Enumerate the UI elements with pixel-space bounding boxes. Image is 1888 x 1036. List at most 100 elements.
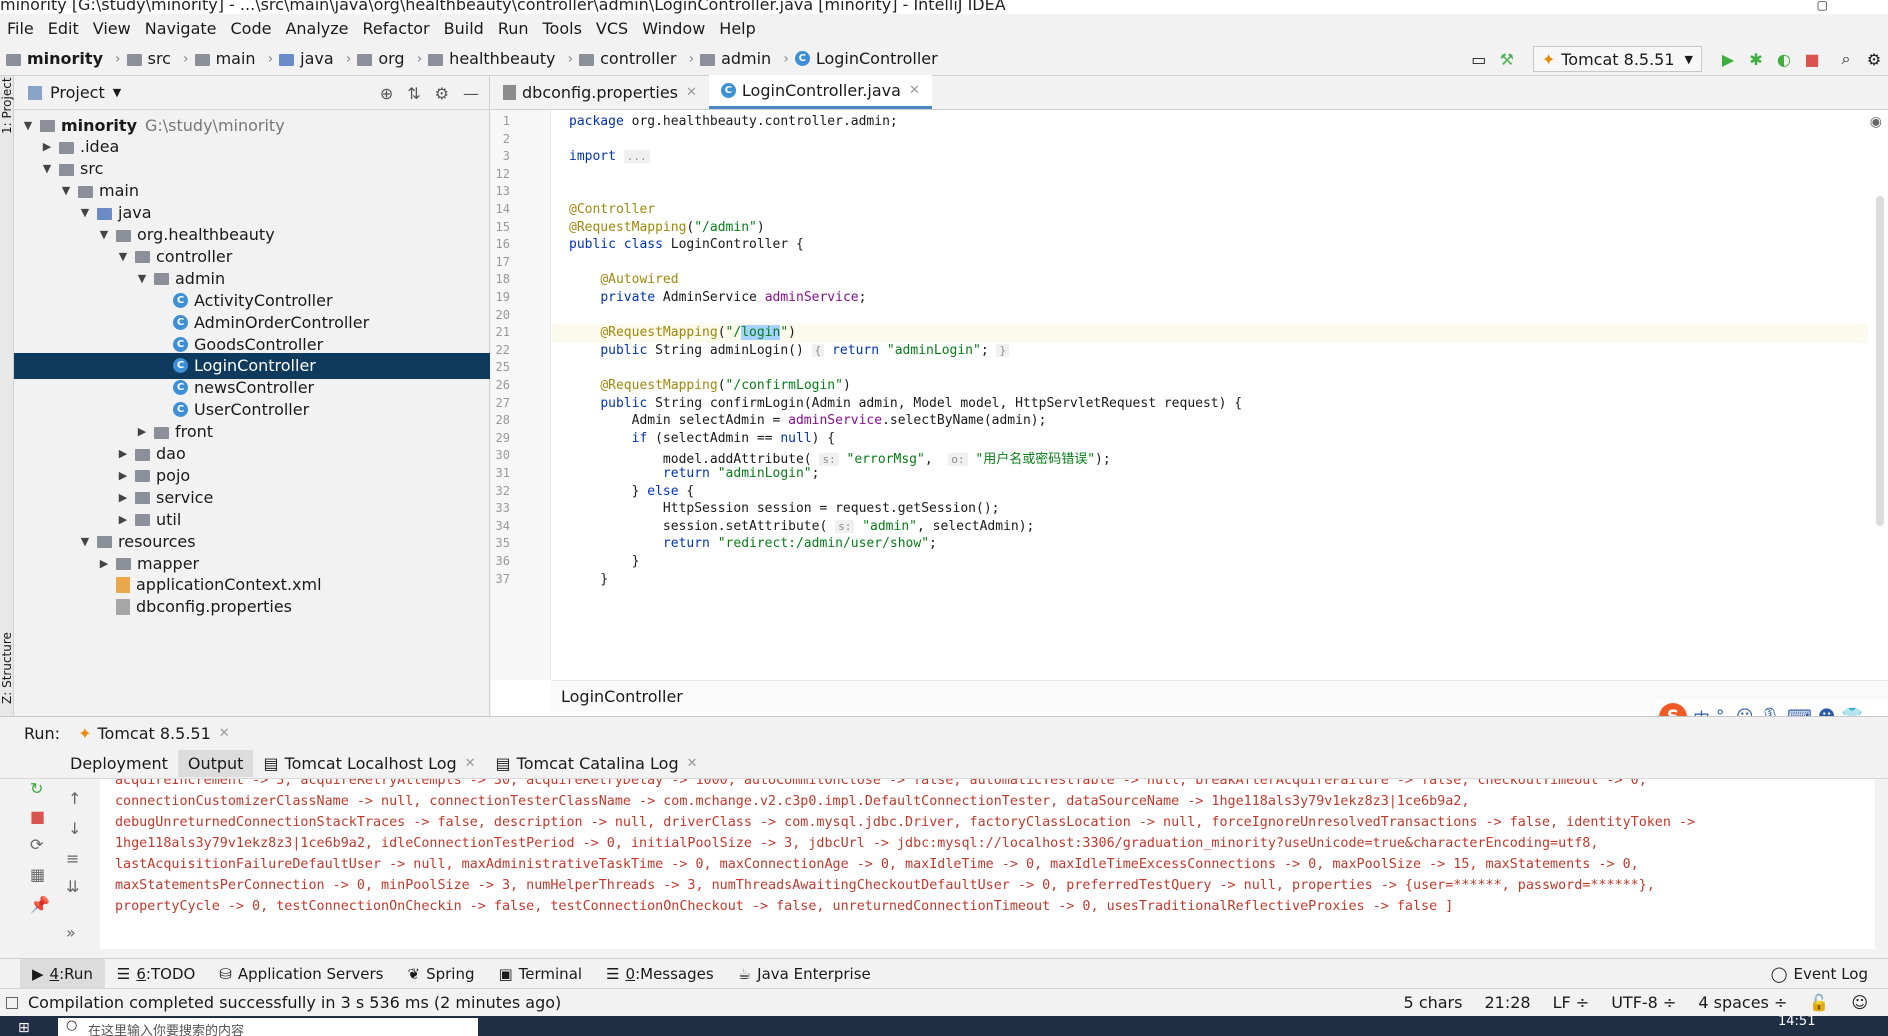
gear-icon[interactable]: ⚙ — [435, 84, 449, 103]
tool-tab-todo[interactable]: ☰ 6: TODO — [105, 965, 207, 983]
project-panel-title[interactable]: Project — [50, 83, 105, 102]
code-line[interactable]: return "redirect:/admin/user/show"; — [569, 536, 937, 551]
code-line[interactable]: } — [569, 572, 608, 587]
code-line[interactable]: return "adminLogin"; — [569, 466, 820, 481]
run-tab[interactable]: ▤ Tomcat Catalina Log ✕ — [486, 750, 708, 777]
close-icon[interactable]: ✕ — [219, 726, 230, 741]
collapsed-arrow-icon[interactable]: ▶ — [115, 491, 131, 504]
tool-tab-run[interactable]: ▶ 4: Run — [20, 958, 105, 989]
menu-item-file[interactable]: File — [0, 19, 41, 38]
code-area[interactable]: package org.healthbeauty.controller.admi… — [491, 110, 1888, 680]
line-separator[interactable]: LF ÷ — [1553, 993, 1590, 1012]
code-line[interactable]: @RequestMapping("/login") — [569, 325, 796, 341]
code-line[interactable]: @RequestMapping("/confirmLogin") — [569, 378, 850, 393]
menu-item-run[interactable]: Run — [491, 19, 536, 38]
minimize-icon[interactable]: — — [463, 84, 479, 103]
run-tab[interactable]: Deployment — [60, 750, 178, 777]
expanded-arrow-icon[interactable]: ▼ — [77, 535, 93, 548]
collapsed-arrow-icon[interactable]: ▶ — [134, 425, 150, 438]
run-tab[interactable]: Output — [177, 750, 254, 777]
up-arrow-icon[interactable]: ↑ — [68, 789, 81, 808]
code-line[interactable]: public String confirmLogin(Admin admin, … — [569, 396, 1242, 411]
chevron-down-icon[interactable]: ▼ — [113, 86, 121, 99]
menu-item-tools[interactable]: Tools — [536, 19, 589, 38]
code-line[interactable]: @Autowired — [569, 272, 678, 287]
tool-tab-spring[interactable]: ❦ Spring — [395, 965, 486, 983]
menu-item-window[interactable]: Window — [635, 19, 712, 38]
close-icon[interactable]: ✕ — [687, 756, 698, 771]
editor-scrollbar[interactable] — [1876, 196, 1884, 526]
code-line[interactable]: model.addAttribute( s: "errorMsg", o: "用… — [569, 448, 1111, 467]
code-line[interactable]: Admin selectAdmin = adminService.selectB… — [569, 413, 1047, 428]
expanded-arrow-icon[interactable]: ▼ — [96, 228, 112, 241]
code-line[interactable]: public class LoginController { — [569, 237, 804, 252]
pin-icon[interactable]: 📌 — [30, 895, 50, 914]
code-line[interactable]: import ... — [569, 149, 650, 164]
collapsed-arrow-icon[interactable]: ▶ — [39, 140, 55, 153]
menu-item-build[interactable]: Build — [437, 19, 491, 38]
tool-tab-messages[interactable]: ☰ 0: Messages — [594, 965, 726, 983]
code-line[interactable]: HttpSession session = request.getSession… — [569, 501, 1000, 516]
code-line[interactable]: package org.healthbeauty.controller.admi… — [569, 114, 898, 129]
menu-item-help[interactable]: Help — [712, 19, 762, 38]
footer-class-label[interactable]: LoginController — [561, 687, 683, 706]
expanded-arrow-icon[interactable]: ▼ — [39, 162, 55, 175]
code-line[interactable]: } — [569, 554, 640, 569]
tool-tab-terminal[interactable]: ▣ Terminal — [486, 965, 594, 983]
breadcrumb-item[interactable]: minority — [0, 49, 109, 68]
settings-icon[interactable]: ⚙ — [1860, 45, 1888, 73]
down-arrow-icon[interactable]: ↓ — [68, 819, 81, 838]
run-tab[interactable]: ▤ Tomcat Localhost Log ✕ — [253, 750, 485, 777]
collapsed-arrow-icon[interactable]: ▶ — [115, 513, 131, 526]
stop-icon[interactable]: ■ — [30, 807, 45, 826]
tool-tab-application-servers[interactable]: ⛁ Application Servers — [207, 965, 395, 983]
scroll-end-icon[interactable]: ⇊ — [66, 877, 79, 896]
run-icon[interactable]: ▶ — [1714, 45, 1742, 73]
layout-icon[interactable]: ▦ — [30, 865, 45, 884]
breadcrumb-item[interactable]: › java — [262, 49, 340, 68]
run-config-tab[interactable]: Tomcat 8.5.51 — [97, 724, 210, 743]
code-line[interactable]: } else { — [569, 484, 695, 499]
code-line[interactable]: session.setAttribute( s: "admin", select… — [569, 519, 1034, 534]
clock[interactable]: 14:51 — [1778, 1016, 1815, 1029]
close-icon[interactable]: ✕ — [465, 756, 476, 771]
windows-start-icon[interactable]: ⊞ — [18, 1020, 30, 1036]
event-log-button[interactable]: ◯ Event Log — [1771, 965, 1868, 983]
breadcrumb-item[interactable]: › org — [340, 49, 411, 68]
lock-icon[interactable]: 🔓 — [1809, 993, 1829, 1012]
menu-item-refactor[interactable]: Refactor — [356, 19, 437, 38]
indent-setting[interactable]: 4 spaces ÷ — [1698, 993, 1787, 1012]
expanded-arrow-icon[interactable]: ▼ — [20, 119, 36, 132]
project-tool-tab[interactable]: 1: Project — [0, 77, 14, 134]
close-icon[interactable]: ✕ — [686, 85, 697, 100]
debug-icon[interactable]: ✱ — [1742, 45, 1770, 73]
build-hammer-icon[interactable]: ⚒ — [1493, 45, 1521, 73]
tree-item[interactable]: dbconfig.properties — [14, 594, 490, 620]
more-icon[interactable]: » — [66, 923, 76, 942]
structure-tool-tab[interactable]: Z: Structure — [0, 632, 14, 704]
maximize-icon[interactable]: ▢ — [1817, 0, 1828, 11]
expanded-arrow-icon[interactable]: ▼ — [134, 272, 150, 285]
code-line[interactable]: public String adminLogin() { return "adm… — [569, 343, 1010, 358]
rerun-icon[interactable]: ↻ — [30, 779, 43, 798]
locate-icon[interactable]: ⊕ — [380, 84, 393, 103]
breadcrumb-item[interactable]: › C LoginController — [777, 49, 943, 68]
menu-item-code[interactable]: Code — [224, 19, 279, 38]
collapsed-arrow-icon[interactable]: ▶ — [115, 447, 131, 460]
code-line[interactable]: private AdminService adminService; — [569, 290, 866, 305]
code-line[interactable]: @Controller — [569, 202, 655, 217]
file-encoding[interactable]: UTF-8 ÷ — [1611, 993, 1676, 1012]
search-icon[interactable]: ⌕ — [1832, 45, 1860, 73]
coverage-icon[interactable]: ◐ — [1770, 45, 1798, 73]
stop-icon[interactable]: ■ — [1798, 45, 1826, 73]
console-output[interactable]: acquireIncrement -> 3, acquireRetryAttem… — [100, 779, 1875, 949]
collapse-icon[interactable]: ⇅ — [407, 84, 420, 103]
run-config-select[interactable]: ✦ Tomcat 8.5.51 ▼ — [1532, 46, 1702, 72]
expanded-arrow-icon[interactable]: ▼ — [77, 206, 93, 219]
status-panel-icon[interactable] — [6, 996, 18, 1009]
breadcrumb-item[interactable]: › main — [177, 49, 262, 68]
editor-tab[interactable]: dbconfig.properties ✕ — [491, 75, 709, 109]
smiley-icon[interactable]: ☺ — [1851, 993, 1868, 1012]
breadcrumb-item[interactable]: › admin — [682, 49, 777, 68]
editor-tab[interactable]: C LoginController.java ✕ — [708, 75, 932, 109]
